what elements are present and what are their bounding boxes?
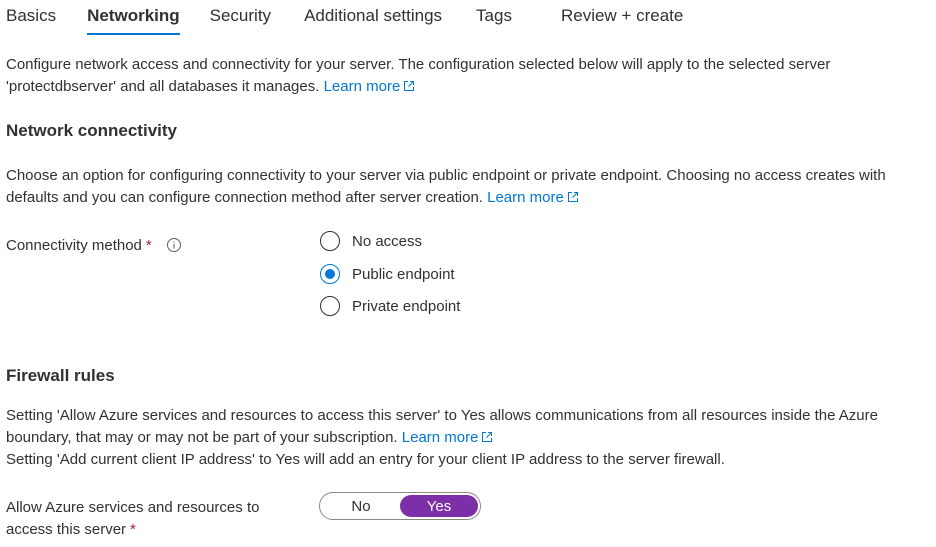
allow-azure-label: Allow Azure services and resources to ac…	[6, 497, 296, 541]
allow-azure-toggle[interactable]: No Yes	[319, 492, 481, 520]
external-link-icon	[567, 192, 578, 202]
toggle-option-yes[interactable]: Yes	[400, 495, 478, 517]
radio-label: Public endpoint	[352, 265, 455, 283]
toggle-option-no[interactable]: No	[322, 495, 400, 517]
tab-security[interactable]: Security	[210, 0, 271, 26]
learn-more-label: Learn more	[401, 429, 479, 446]
radio-label: No access	[352, 232, 423, 250]
firewall-learn-more-link[interactable]: Learn more	[402, 429, 494, 446]
active-tab-indicator	[87, 33, 180, 35]
firewall-description-text-2: Setting 'Add current client IP address' …	[6, 451, 725, 468]
connectivity-method-text: Connectivity method	[6, 237, 142, 254]
tab-label: Additional settings	[304, 6, 443, 25]
tab-additional-settings[interactable]: Additional settings	[304, 0, 442, 26]
tab-tags[interactable]: Tags	[476, 0, 512, 26]
networking-page: Basics Networking Security Additional se…	[0, 0, 936, 547]
tab-networking[interactable]: Networking	[87, 0, 180, 35]
info-icon[interactable]	[166, 237, 182, 253]
external-link-icon	[482, 432, 493, 442]
learn-more-label: Learn more	[487, 189, 564, 206]
intro-text: Configure network access and connectivit…	[6, 54, 886, 98]
firewall-description: Setting 'Allow Azure services and resour…	[6, 405, 886, 471]
connectivity-learn-more-link[interactable]: Learn more	[487, 189, 579, 206]
radio-button[interactable]	[320, 231, 340, 251]
radio-public-endpoint[interactable]: Public endpoint	[320, 262, 455, 286]
tab-label: Review + create	[560, 6, 684, 25]
learn-more-label: Learn more	[323, 78, 401, 95]
connectivity-method-label: Connectivity method *	[6, 235, 182, 257]
tab-label: Basics	[6, 6, 57, 25]
connectivity-description-text: Choose an option for configuring connect…	[6, 167, 886, 206]
tab-label: Networking	[87, 6, 180, 25]
intro-description: Configure network access and connectivit…	[6, 56, 831, 95]
tab-basics[interactable]: Basics	[6, 0, 56, 26]
tab-label: Tags	[476, 6, 512, 25]
radio-private-endpoint[interactable]: Private endpoint	[320, 294, 460, 318]
tab-label: Security	[209, 6, 272, 25]
radio-no-access[interactable]: No access	[320, 229, 422, 253]
external-link-icon	[404, 81, 415, 91]
firewall-rules-heading: Firewall rules	[6, 366, 115, 385]
required-marker: *	[145, 237, 152, 254]
radio-button-selected[interactable]	[320, 264, 340, 284]
required-marker: *	[130, 521, 136, 538]
radio-button[interactable]	[320, 296, 340, 316]
network-connectivity-heading: Network connectivity	[6, 121, 177, 140]
network-connectivity-description: Choose an option for configuring connect…	[6, 165, 896, 209]
tab-review-create[interactable]: Review + create	[561, 0, 683, 26]
intro-learn-more-link[interactable]: Learn more	[324, 78, 416, 95]
radio-label: Private endpoint	[352, 297, 461, 315]
tab-bar: Basics Networking Security Additional se…	[6, 0, 683, 40]
